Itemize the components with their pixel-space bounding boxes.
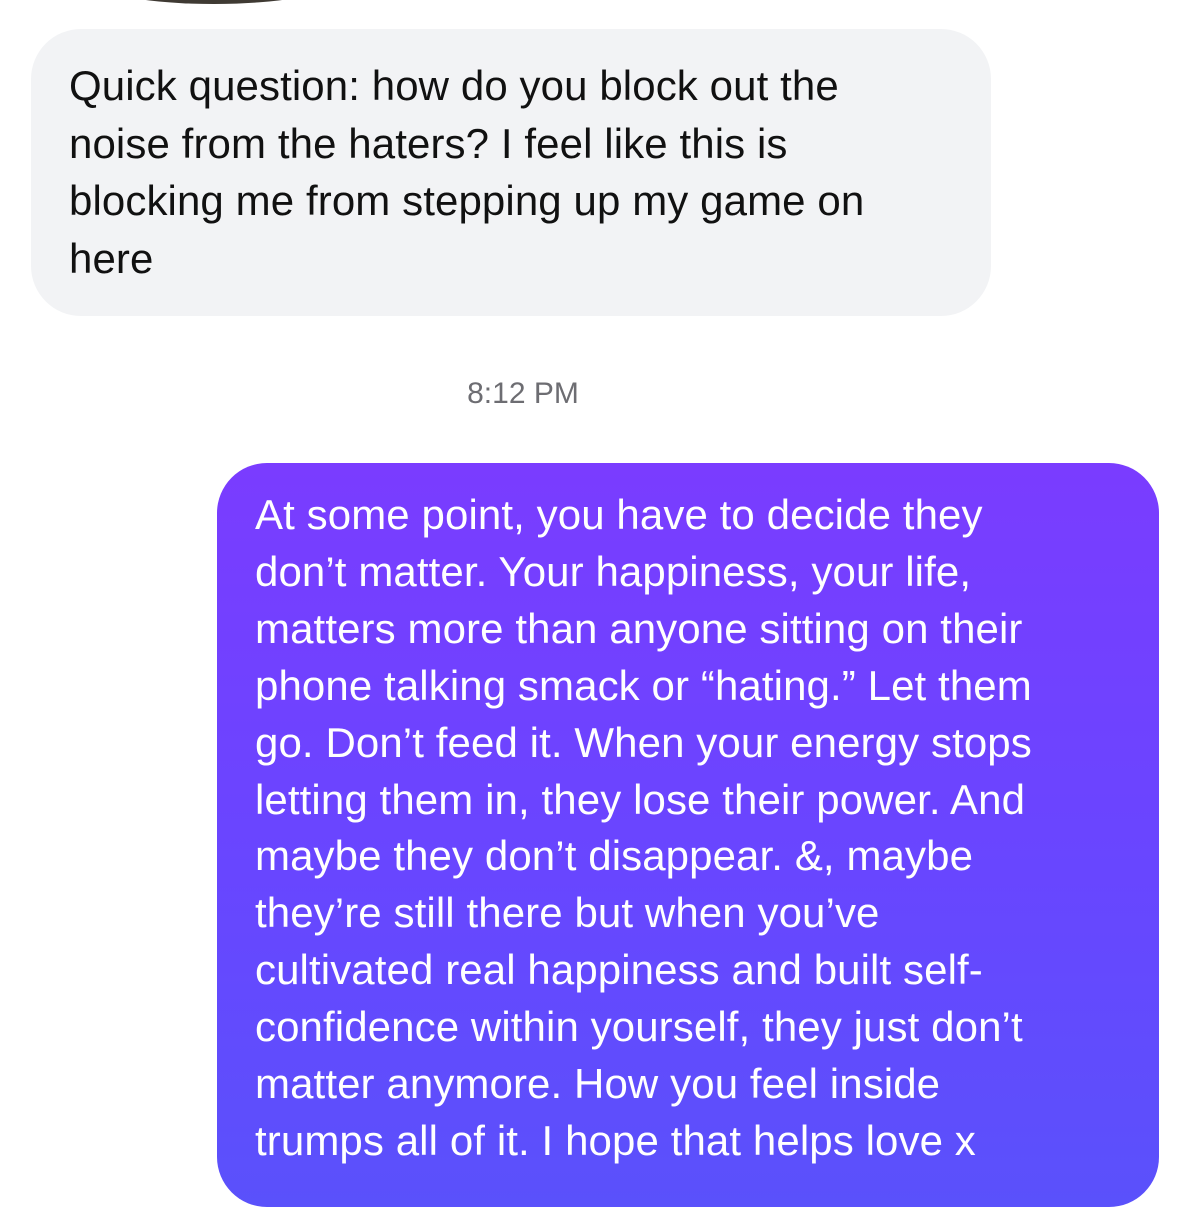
outgoing-message-bubble[interactable]: At some point, you have to decide they d… xyxy=(217,463,1159,1207)
incoming-message-bubble[interactable]: Quick question: how do you block out the… xyxy=(31,29,991,316)
incoming-message-text: Quick question: how do you block out the… xyxy=(69,62,865,282)
message-timestamp: 8:12 PM xyxy=(467,377,579,410)
chat-thread: Quick question: how do you block out the… xyxy=(0,0,1183,1231)
avatar[interactable] xyxy=(98,0,330,4)
outgoing-message-text: At some point, you have to decide they d… xyxy=(255,491,1032,1164)
